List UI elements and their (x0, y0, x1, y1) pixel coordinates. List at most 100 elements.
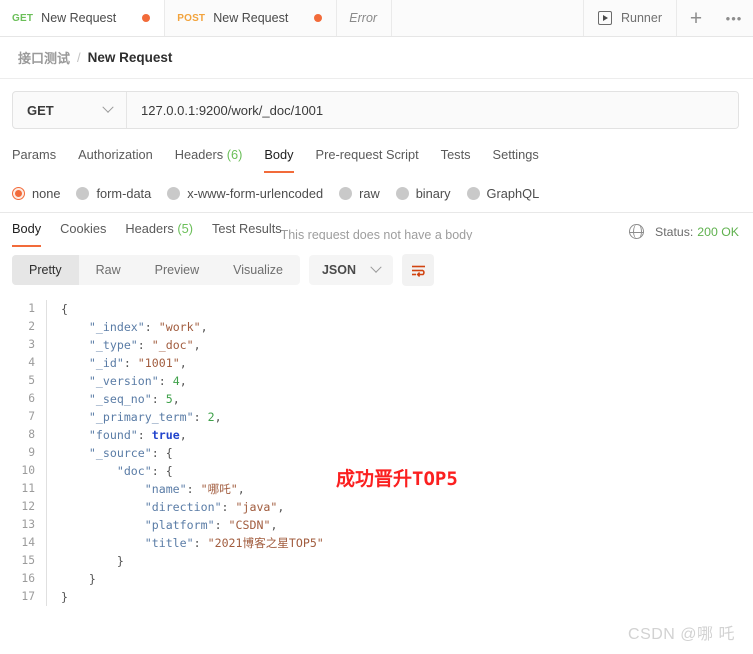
runner-tab[interactable]: Runner (583, 0, 676, 36)
new-tab-button[interactable]: + (677, 0, 715, 36)
radio-icon[interactable] (466, 187, 480, 200)
code-line: 4 "_id": "1001", (0, 354, 753, 372)
code-text: "platform": "CSDN", (144, 518, 278, 532)
tab-headers[interactable]: Headers (6) (175, 147, 243, 173)
wrap-lines-button[interactable] (402, 254, 434, 286)
code-line: 1{ (0, 300, 753, 318)
response-tab-cookies[interactable]: Cookies (60, 221, 106, 247)
body-type-radio-group: none form-data x-www-form-urlencoded raw… (0, 173, 753, 201)
radio-icon[interactable] (339, 187, 353, 200)
url-value: 127.0.0.1:9200/work/_doc/1001 (141, 102, 324, 118)
unsaved-dot-icon[interactable] (142, 14, 151, 22)
response-tab-headers[interactable]: Headers (5) (125, 221, 193, 247)
body-type-urlencoded[interactable]: x-www-form-urlencoded (167, 186, 323, 201)
code-line: 13 "platform": "CSDN", (0, 516, 753, 534)
code-text: "name": "哪吒", (144, 482, 245, 496)
tab-tests[interactable]: Tests (441, 147, 471, 173)
line-number: 8 (28, 428, 35, 441)
line-number: 15 (21, 554, 35, 567)
chevron-down-icon (102, 101, 114, 113)
line-number: 12 (21, 500, 35, 513)
body-type-none[interactable]: none (12, 186, 60, 201)
line-number: 10 (21, 464, 35, 477)
body-type-graphql[interactable]: GraphQL (466, 186, 540, 201)
line-number: 7 (28, 410, 35, 423)
tab-title: Error (349, 11, 378, 25)
tab-headers-label: Headers (174, 147, 224, 162)
response-status: Status: 200 OK (628, 223, 739, 247)
radio-icon[interactable] (76, 187, 90, 200)
view-mode-visualize[interactable]: Visualize (216, 255, 300, 285)
code-line: 16 } (0, 570, 753, 588)
tab-pre-request-script[interactable]: Pre-request Script (316, 147, 419, 173)
body-type-form-data[interactable]: form-data (76, 186, 151, 201)
line-number: 14 (21, 536, 35, 549)
code-line: 12 "direction": "java", (0, 498, 753, 516)
code-line: 14 "title": "2021博客之星TOP5" (0, 534, 753, 552)
tab-settings[interactable]: Settings (493, 147, 539, 173)
ellipsis-icon: ••• (725, 10, 743, 26)
breadcrumb-folder[interactable]: 接口测试 (18, 48, 70, 67)
http-method-value: GET (27, 102, 54, 118)
runner-label: Runner (621, 11, 662, 25)
request-tab-get[interactable]: GET New Request (0, 0, 165, 36)
tab-overflow-button[interactable]: ••• (715, 0, 753, 36)
radio-selected-icon[interactable] (12, 187, 25, 200)
line-number: 17 (21, 590, 35, 603)
breadcrumb: 接口测试 / New Request (0, 37, 753, 79)
response-tab-test-results[interactable]: Test Results (212, 221, 282, 247)
code-text: "_type": "_doc", (88, 338, 201, 352)
code-line: 6 "_seq_no": 5, (0, 390, 753, 408)
response-tab-headers-label: Headers (125, 221, 174, 236)
plus-icon: + (689, 6, 703, 30)
response-tab-headers-count: (5) (177, 221, 193, 236)
http-method-select[interactable]: GET (13, 92, 127, 128)
code-text: } (88, 572, 96, 586)
radio-icon[interactable] (395, 187, 409, 200)
body-type-label: none (32, 186, 61, 201)
body-type-binary[interactable]: binary (395, 186, 451, 201)
tab-title: New Request (41, 11, 117, 25)
code-line: 2 "_index": "work", (0, 318, 753, 336)
code-text: "title": "2021博客之星TOP5" (144, 536, 324, 550)
watermark: CSDN @哪 吒 (628, 626, 735, 643)
response-format-select[interactable]: JSON (308, 255, 393, 285)
url-bar: GET 127.0.0.1:9200/work/_doc/1001 (12, 91, 739, 129)
response-tab-body[interactable]: Body (12, 221, 42, 247)
view-mode-pretty[interactable]: Pretty (12, 255, 79, 285)
url-input[interactable]: 127.0.0.1:9200/work/_doc/1001 (127, 92, 738, 128)
breadcrumb-current[interactable]: New Request (88, 50, 173, 65)
code-line: 9 "_source": { (0, 444, 753, 462)
request-section-tabs: Params Authorization Headers (6) Body Pr… (0, 141, 753, 173)
code-text: "_source": { (88, 446, 173, 460)
code-text: "found": true, (88, 428, 187, 442)
view-mode-raw[interactable]: Raw (79, 255, 138, 285)
body-type-label: form-data (96, 186, 152, 201)
tab-title: New Request (213, 11, 289, 25)
unsaved-dot-icon[interactable] (314, 14, 323, 22)
status-badge: 200 OK (697, 224, 739, 239)
tab-authorization[interactable]: Authorization (78, 147, 153, 173)
request-tab-error[interactable]: Error (336, 0, 392, 36)
body-type-raw[interactable]: raw (339, 186, 380, 201)
code-line: 5 "_version": 4, (0, 372, 753, 390)
tab-headers-count: (6) (226, 147, 243, 162)
annotation-text: 成功晋升TOP5 (336, 468, 458, 490)
tab-body[interactable]: Body (264, 147, 294, 173)
code-text: "_primary_term": 2, (88, 410, 222, 424)
body-type-label: GraphQL (486, 186, 540, 201)
line-number: 1 (28, 302, 35, 315)
status-label: Status: (655, 224, 694, 239)
line-number: 3 (28, 338, 35, 351)
line-number: 13 (21, 518, 35, 531)
code-text: "_id": "1001", (88, 356, 187, 370)
tab-bar-spacer (391, 0, 583, 36)
code-text: "_version": 4, (88, 374, 187, 388)
radio-icon[interactable] (167, 187, 181, 200)
tab-params[interactable]: Params (12, 147, 56, 173)
response-body-code[interactable]: 1{2 "_index": "work", 3 "_type": "_doc", 4… (0, 294, 753, 606)
request-tab-post[interactable]: POST New Request (164, 0, 337, 36)
line-number: 9 (28, 446, 35, 459)
view-mode-preview[interactable]: Preview (138, 255, 216, 285)
body-type-label: x-www-form-urlencoded (187, 186, 324, 201)
